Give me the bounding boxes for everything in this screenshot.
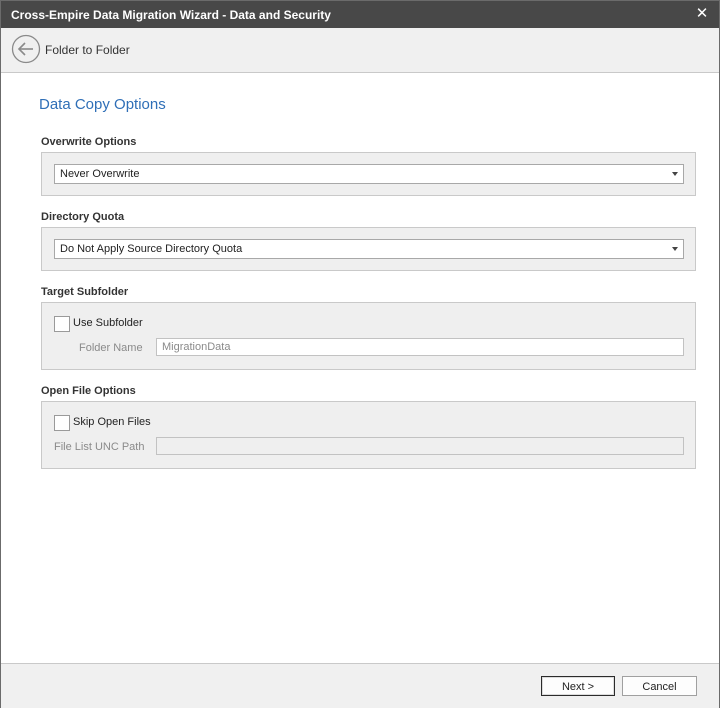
nav-title: Folder to Folder (45, 43, 130, 57)
cancel-button[interactable]: Cancel (622, 676, 697, 696)
next-button[interactable]: Next > (541, 676, 615, 696)
dropdown-arrow-icon (672, 172, 678, 176)
back-arrow-icon[interactable] (11, 34, 41, 64)
open-file-options-group: Skip Open Files File List UNC Path (41, 401, 696, 469)
overwrite-options-group: Never Overwrite (41, 152, 696, 196)
directory-quota-value: Do Not Apply Source Directory Quota (60, 243, 243, 255)
window-title: Cross-Empire Data Migration Wizard - Dat… (11, 8, 331, 22)
directory-quota-select[interactable]: Do Not Apply Source Directory Quota (54, 239, 684, 259)
close-icon[interactable]: ✕ (693, 5, 711, 23)
file-list-unc-path-label: File List UNC Path (54, 441, 145, 453)
title-bar: Cross-Empire Data Migration Wizard - Dat… (1, 1, 719, 28)
nav-bar: Folder to Folder (1, 28, 719, 73)
folder-name-label: Folder Name (79, 342, 143, 354)
footer-bar: Next > Cancel (1, 663, 719, 708)
content-area: Data Copy Options Overwrite Options Neve… (1, 73, 719, 663)
target-subfolder-group: Use Subfolder Folder Name (41, 302, 696, 370)
directory-quota-group: Do Not Apply Source Directory Quota (41, 227, 696, 271)
skip-open-files-checkbox[interactable] (54, 415, 70, 431)
directory-quota-label: Directory Quota (41, 211, 125, 223)
target-subfolder-label: Target Subfolder (41, 286, 129, 298)
use-subfolder-label: Use Subfolder (73, 317, 143, 329)
folder-name-input[interactable] (156, 338, 684, 356)
dropdown-arrow-icon (672, 247, 678, 251)
wizard-window: Cross-Empire Data Migration Wizard - Dat… (0, 0, 720, 708)
use-subfolder-checkbox[interactable] (54, 316, 70, 332)
file-list-unc-path-input[interactable] (156, 437, 684, 455)
overwrite-options-value: Never Overwrite (60, 168, 140, 180)
skip-open-files-label: Skip Open Files (73, 416, 151, 428)
overwrite-options-select[interactable]: Never Overwrite (54, 164, 684, 184)
open-file-options-label: Open File Options (41, 385, 136, 397)
page-title: Data Copy Options (39, 96, 166, 113)
overwrite-options-label: Overwrite Options (41, 136, 137, 148)
